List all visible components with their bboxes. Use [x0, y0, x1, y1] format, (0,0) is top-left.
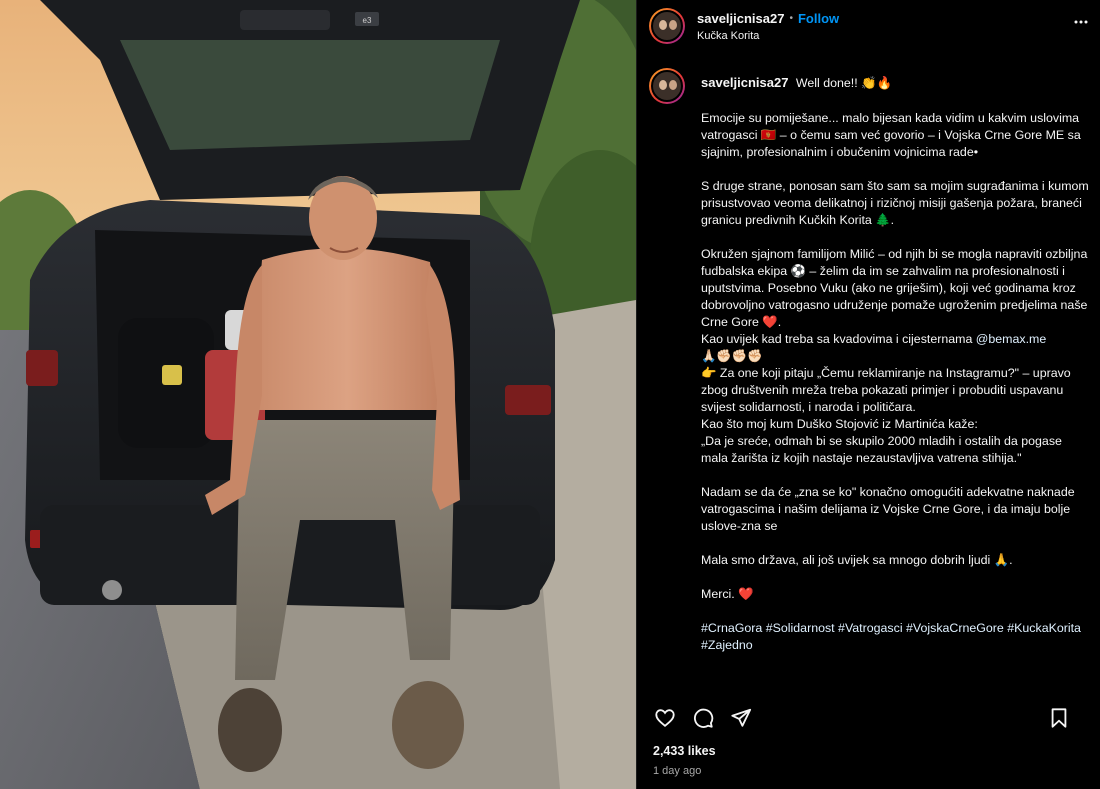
caption-paragraph-5: Mala smo država, ali još uvijek sa mnogo…	[701, 553, 1013, 567]
hashtag-list[interactable]: #CrnaGora #Solidarnost #Vatrogasci #Vojs…	[701, 620, 1089, 654]
header-username[interactable]: saveljicnisa27	[697, 11, 784, 26]
caption-paragraph-4: Nadam se da će „zna se ko" konačno omogu…	[701, 485, 1075, 533]
caption-intro: Well done!! 👏🔥	[795, 76, 892, 90]
instagram-post: e3 saveljicnisa27 • Follow Kučka Korita …	[0, 0, 1100, 789]
send-icon[interactable]	[729, 706, 753, 730]
likes-count[interactable]: 2,433 likes	[653, 744, 716, 758]
caption-text: saveljicnisa27 Well done!! 👏🔥 Emocije su…	[701, 68, 1089, 690]
separator-dot: •	[789, 12, 793, 24]
caption-paragraph-2: S druge strane, ponosan sam što sam sa m…	[701, 179, 1089, 227]
caption-paragraph-1: Emocije su pomiješane... malo bijesan ka…	[701, 111, 1081, 159]
post-timestamp[interactable]: 1 day ago	[653, 765, 701, 777]
caption-emoji-line: 🙏🏻✊🏻✊🏻✊🏻	[701, 349, 763, 363]
caption-paragraph-3b: Kao uvijek kad treba sa kvadovima i cije…	[701, 331, 1089, 348]
bookmark-icon[interactable]	[1047, 706, 1071, 730]
caption-paragraph-3e: Kao što moj kum Duško Stojović iz Martin…	[701, 417, 978, 431]
avatar[interactable]	[649, 8, 685, 44]
heart-icon[interactable]	[653, 706, 677, 730]
caption-first-line: saveljicnisa27 Well done!! 👏🔥	[701, 74, 1089, 92]
caption-paragraph-6: Merci. ❤️	[701, 587, 754, 601]
photo-illustration: e3	[0, 0, 636, 789]
caption-paragraph-3: Okružen sjajnom familijom Milić – od nji…	[701, 247, 1088, 329]
caption-avatar[interactable]	[649, 68, 685, 104]
caption-section: saveljicnisa27 Well done!! 👏🔥 Emocije su…	[637, 60, 1100, 690]
post-sidebar: saveljicnisa27 • Follow Kučka Korita sav…	[636, 0, 1100, 789]
post-photo[interactable]: e3	[0, 0, 636, 789]
post-header: saveljicnisa27 • Follow Kučka Korita	[637, 0, 1100, 52]
caption-text-span: Kao uvijek kad treba sa kvadovima i cije…	[701, 332, 976, 346]
location-link[interactable]: Kučka Korita	[697, 30, 839, 42]
caption-quote: „Da je sreće, odmah bi se skupilo 2000 m…	[701, 434, 1062, 465]
header-text: saveljicnisa27 • Follow Kučka Korita	[697, 11, 839, 42]
action-bar	[637, 700, 1100, 736]
mention-link[interactable]: @bemax.me	[976, 332, 1046, 346]
comment-icon[interactable]	[691, 706, 715, 730]
caption-username[interactable]: saveljicnisa27	[701, 75, 788, 90]
caption-paragraph-3d: 👉 Za one koji pitaju „Čemu reklamiranje …	[701, 366, 1071, 414]
more-horizontal-icon[interactable]	[1073, 14, 1089, 30]
follow-button[interactable]: Follow	[798, 11, 839, 26]
svg-text:e3: e3	[363, 16, 372, 25]
